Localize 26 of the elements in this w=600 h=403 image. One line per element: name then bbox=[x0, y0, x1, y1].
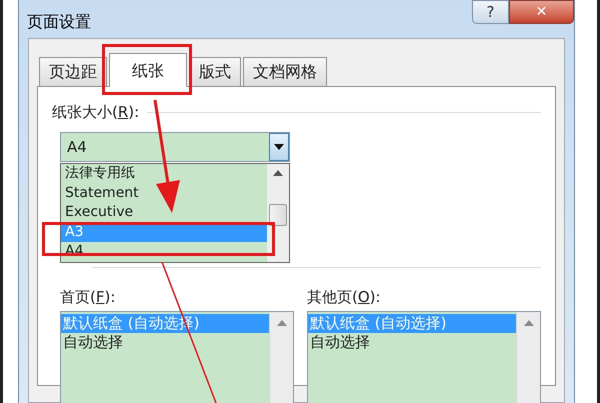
dropdown-value: A4 bbox=[66, 136, 87, 158]
list-item[interactable]: 自动选择 bbox=[308, 333, 516, 352]
dropdown-arrow-button[interactable] bbox=[269, 133, 289, 161]
tab[interactable]: 纸张 bbox=[109, 53, 187, 87]
scrollbar[interactable] bbox=[516, 312, 540, 403]
dropdown-option[interactable]: 法律专用纸 bbox=[61, 164, 267, 184]
tab[interactable]: 文档网格 bbox=[243, 57, 327, 87]
window-title: 页面设置 bbox=[27, 11, 91, 33]
tab[interactable]: 页边距 bbox=[39, 57, 107, 87]
tab[interactable]: 版式 bbox=[189, 57, 241, 87]
list-item[interactable]: 自动选择 bbox=[61, 333, 269, 352]
scrollbar[interactable] bbox=[269, 312, 293, 403]
scroll-up-icon[interactable] bbox=[524, 320, 534, 326]
paper-size-dropdown[interactable]: A4 bbox=[60, 132, 290, 162]
field-label: 首页(F): bbox=[60, 290, 116, 305]
scrollbar[interactable] bbox=[267, 164, 289, 262]
field-label: 纸张大小(R): bbox=[52, 105, 140, 120]
scroll-thumb[interactable] bbox=[269, 204, 287, 226]
dropdown-option[interactable]: Executive bbox=[61, 203, 267, 223]
dropdown-option[interactable]: Statement bbox=[61, 184, 267, 204]
scroll-up-icon[interactable] bbox=[276, 320, 286, 326]
list-box[interactable]: 默认纸盒 (自动选择) 自动选择 bbox=[307, 311, 541, 403]
help-button[interactable]: ? bbox=[472, 0, 509, 24]
caret-icon bbox=[274, 144, 284, 150]
field-label: 其他页(O): bbox=[307, 290, 382, 305]
scroll-up-icon[interactable] bbox=[273, 170, 283, 176]
